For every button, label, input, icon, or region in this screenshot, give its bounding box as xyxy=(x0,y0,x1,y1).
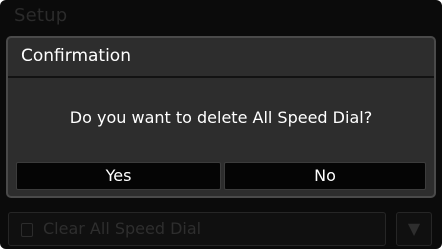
confirmation-dialog: Confirmation Do you want to delete All S… xyxy=(6,36,436,198)
scroll-down-icon: ▼ xyxy=(396,212,432,246)
background-title: Setup xyxy=(14,5,68,26)
yes-button[interactable]: Yes xyxy=(16,162,221,190)
no-button[interactable]: No xyxy=(224,162,426,190)
dialog-header: Confirmation xyxy=(8,38,434,78)
trash-icon xyxy=(21,223,33,237)
dialog-title: Confirmation xyxy=(21,46,131,66)
screen: Setup Clear All Speed Dial ▼ Confirmatio… xyxy=(0,0,442,249)
display: Setup Clear All Speed Dial ▼ Confirmatio… xyxy=(0,0,442,249)
background-list-item: Clear All Speed Dial xyxy=(8,212,386,246)
background-list-item-label: Clear All Speed Dial xyxy=(43,219,202,238)
dialog-message: Do you want to delete All Speed Dial? xyxy=(69,108,373,127)
dialog-buttons: Yes No xyxy=(16,162,426,190)
